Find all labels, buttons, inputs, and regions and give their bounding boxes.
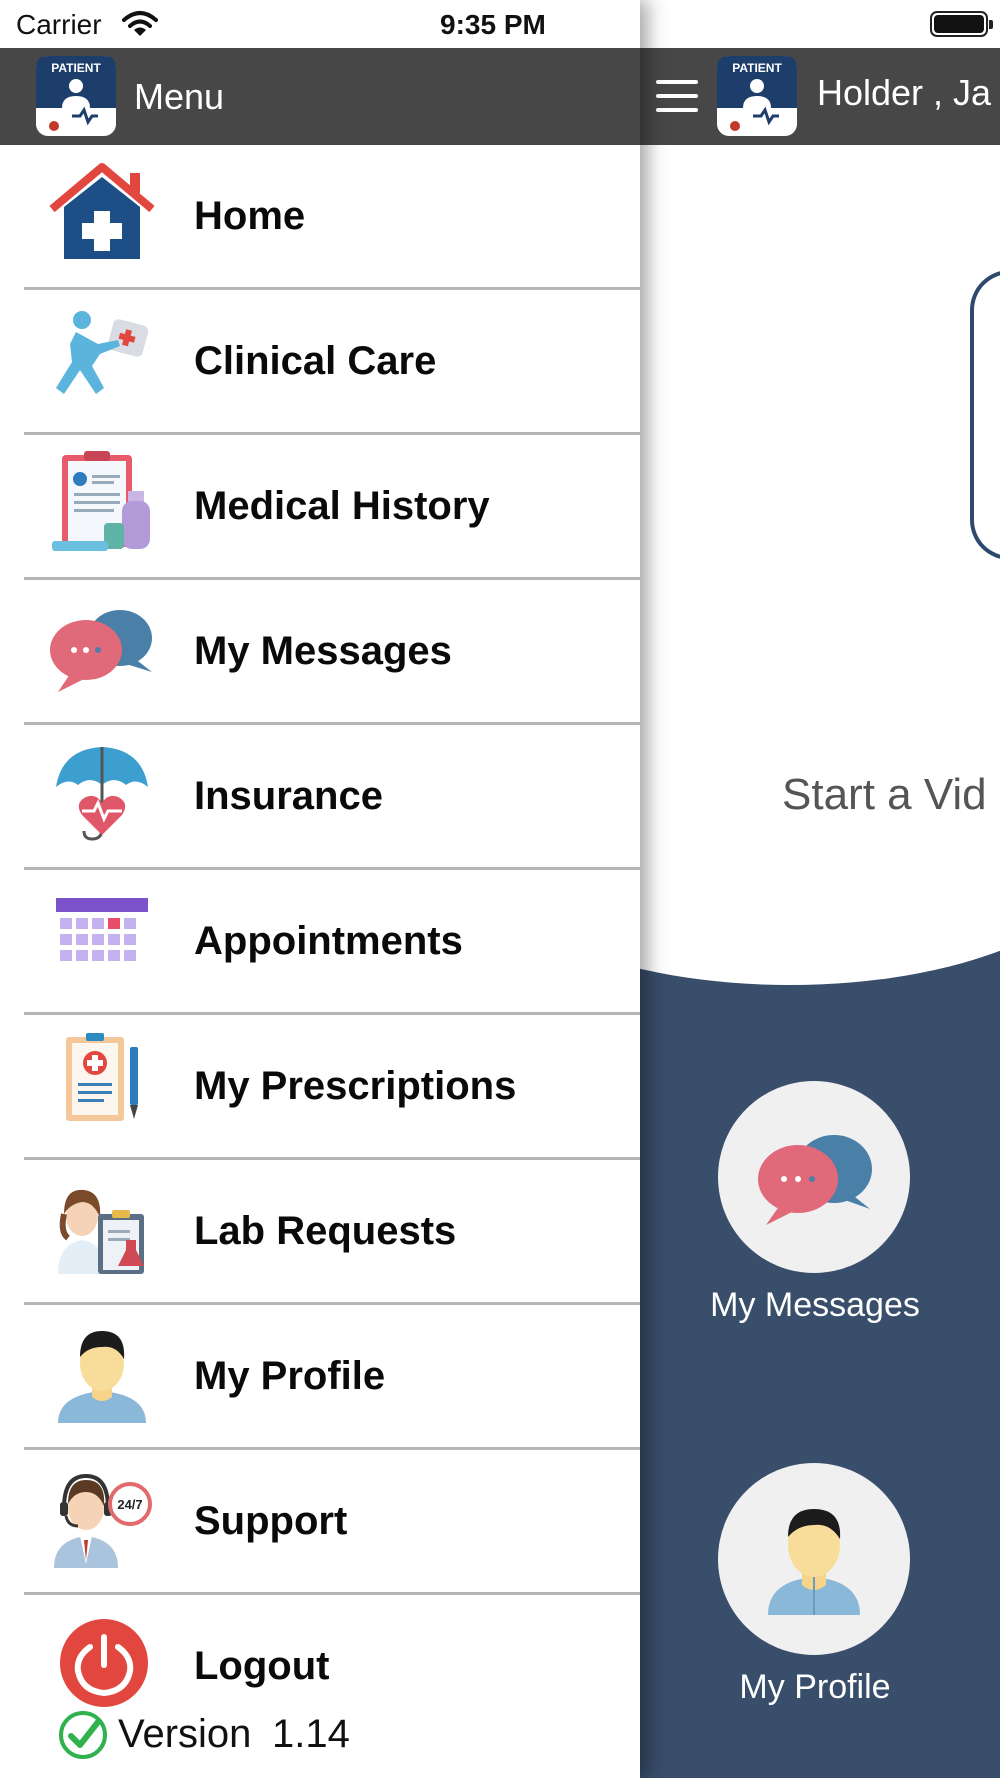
menu-label: Lab Requests xyxy=(194,1209,457,1253)
menu-label: Clinical Care xyxy=(194,339,437,383)
profile-tile-label: My Profile xyxy=(739,1668,891,1706)
menu-label: My Messages xyxy=(194,629,452,673)
check-circle-icon xyxy=(59,1711,107,1759)
menu-item-home[interactable]: Home xyxy=(0,145,640,290)
status-bar: Carrier 9:35 PM xyxy=(0,0,640,48)
hamburger-menu-button[interactable] xyxy=(656,78,700,114)
messages-tile-label: My Messages xyxy=(710,1286,920,1324)
menu-label: Medical History xyxy=(194,484,490,528)
menu-item-insurance[interactable]: Insurance xyxy=(0,725,640,870)
messages-icon xyxy=(758,1135,872,1225)
power-icon xyxy=(60,1619,148,1707)
menu-label: My Profile xyxy=(194,1354,386,1398)
main-panel: PATIENT Holder , Ja Start a Vid My Messa… xyxy=(640,0,1000,1778)
carrier-label: Carrier xyxy=(16,9,102,40)
calendar-icon xyxy=(56,898,148,961)
menu-item-my-profile[interactable]: My Profile xyxy=(0,1305,640,1450)
prescription-icon xyxy=(66,1033,138,1121)
version-label: Version xyxy=(118,1712,252,1756)
messages-tile-button[interactable] xyxy=(718,1081,910,1273)
status-bar-right xyxy=(640,0,1000,48)
menu-label: Appointments xyxy=(194,919,463,963)
menu-item-medical-history[interactable]: Medical History xyxy=(0,435,640,580)
main-header: PATIENT Holder , Ja xyxy=(640,48,1000,145)
drawer-title: Menu xyxy=(134,76,225,117)
svg-text:PATIENT: PATIENT xyxy=(51,61,101,75)
medical-history-icon xyxy=(52,451,150,551)
menu-label: Insurance xyxy=(194,774,383,818)
profile-icon xyxy=(58,1331,146,1423)
app-logo-icon: PATIENT xyxy=(717,56,797,141)
menu-item-lab-requests[interactable]: Lab Requests xyxy=(0,1160,640,1305)
lab-requests-icon xyxy=(58,1189,144,1274)
video-call-icon[interactable] xyxy=(970,270,1000,560)
video-card xyxy=(640,145,1000,985)
menu-label: Support xyxy=(194,1499,348,1543)
profile-icon xyxy=(768,1509,860,1615)
support-agent-icon: 24/7 xyxy=(54,1473,152,1568)
menu-label: My Prescriptions xyxy=(194,1064,517,1108)
insurance-umbrella-icon xyxy=(56,747,148,841)
patient-name-title: Holder , Ja xyxy=(817,72,992,113)
app-logo-icon: PATIENT xyxy=(36,56,116,141)
menu-item-clinical-care[interactable]: Clinical Care xyxy=(0,290,640,435)
home-medical-icon xyxy=(49,163,155,259)
menu-item-my-prescriptions[interactable]: My Prescriptions xyxy=(0,1015,640,1160)
drawer-header: PATIENT Menu xyxy=(0,48,640,145)
menu-item-support[interactable]: 24/7 Support xyxy=(0,1450,640,1595)
wifi-icon xyxy=(122,10,158,43)
side-drawer: Carrier 9:35 PM PATIENT Menu Home Clinic… xyxy=(0,0,640,1778)
menu-label: Home xyxy=(194,194,306,238)
svg-text:24/7: 24/7 xyxy=(117,1497,142,1512)
profile-tile-button[interactable] xyxy=(718,1463,910,1655)
svg-text:PATIENT: PATIENT xyxy=(732,61,782,75)
clinical-care-icon xyxy=(56,311,149,394)
menu-item-appointments[interactable]: Appointments xyxy=(0,870,640,1015)
version-number: 1.14 xyxy=(272,1712,350,1756)
start-video-label[interactable]: Start a Vid xyxy=(782,770,987,820)
clock-label: 9:35 PM xyxy=(440,9,546,40)
menu-item-my-messages[interactable]: My Messages xyxy=(0,580,640,725)
messages-icon xyxy=(50,610,152,692)
battery-icon xyxy=(930,11,993,37)
